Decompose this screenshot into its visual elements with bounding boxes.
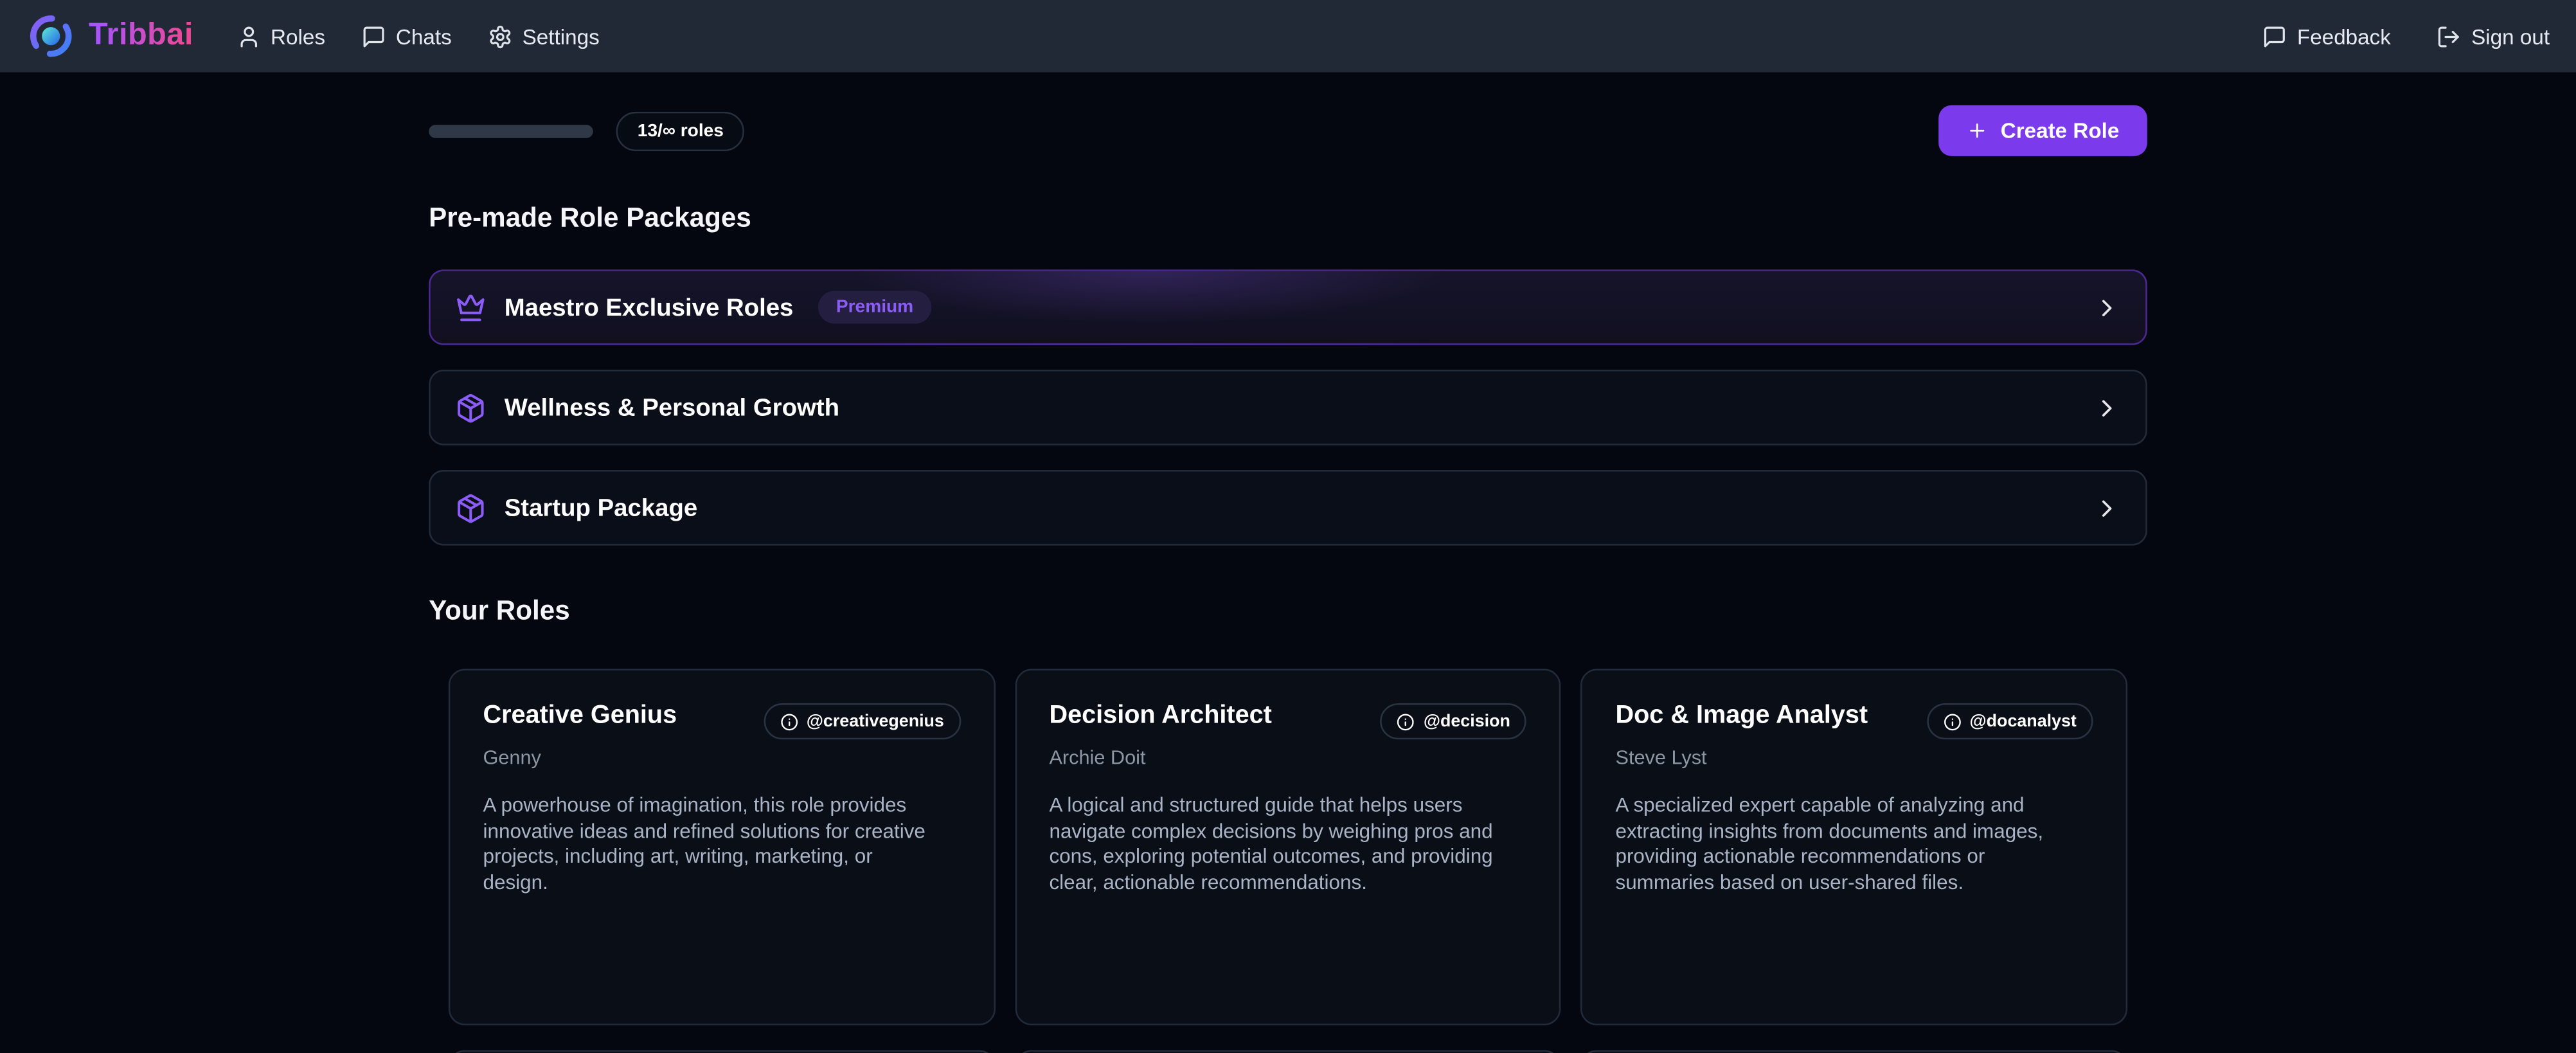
role-description: A powerhouse of imagination, this role p…: [483, 794, 943, 897]
info-icon: [1944, 712, 1962, 730]
role-handle-badge[interactable]: @docanalyst: [1927, 703, 2093, 739]
role-card-title: Creative Genius: [483, 701, 677, 731]
plus-icon: [1966, 120, 1987, 141]
premade-packages-heading: Pre-made Role Packages: [429, 204, 2147, 235]
role-card-doc-image-analyst[interactable]: Doc & Image Analyst @docanalyst Steve Ly…: [1581, 669, 2127, 1025]
crown-icon: [455, 292, 487, 323]
roles-usage-progress-bar: [429, 124, 593, 137]
nav-item-settings[interactable]: Settings: [488, 24, 600, 48]
package-row-startup[interactable]: Startup Package: [429, 470, 2147, 546]
package-icon: [455, 392, 487, 424]
package-row-maestro[interactable]: Maestro Exclusive Roles Premium: [429, 269, 2147, 345]
top-navigation-bar: Tribbai Roles Chats: [0, 0, 2576, 72]
feedback-button[interactable]: Feedback: [2262, 24, 2391, 48]
chevron-right-icon: [2093, 494, 2120, 521]
gear-icon: [488, 24, 512, 48]
create-role-label: Create Role: [2001, 118, 2120, 143]
package-row-wellness[interactable]: Wellness & Personal Growth: [429, 370, 2147, 446]
role-persona: Genny: [483, 746, 960, 769]
user-icon: [236, 24, 260, 48]
role-cards-grid-partial: [429, 1050, 2147, 1053]
chevron-right-icon: [2093, 393, 2120, 421]
role-card-partial[interactable]: [1015, 1050, 1561, 1053]
role-card-title: Decision Architect: [1049, 701, 1271, 731]
chat-icon: [361, 24, 386, 48]
premium-badge: Premium: [818, 291, 932, 323]
role-handle-badge[interactable]: @creativegenius: [764, 703, 960, 739]
signout-button[interactable]: Sign out: [2437, 24, 2550, 48]
main-content: 13/∞ roles Create Role Pre-made Role Pac…: [429, 105, 2147, 1053]
role-card-title: Doc & Image Analyst: [1615, 701, 1868, 731]
package-name: Startup Package: [505, 494, 697, 521]
role-card-partial[interactable]: [1581, 1050, 2127, 1053]
nav-item-chats[interactable]: Chats: [361, 24, 452, 48]
role-card-creative-genius[interactable]: Creative Genius @creativegenius Genny A …: [449, 669, 995, 1025]
primary-nav: Roles Chats Settings: [236, 24, 599, 48]
tribbai-logo-icon: [26, 12, 76, 61]
nav-label-roles: Roles: [271, 24, 325, 48]
role-handle: @decision: [1424, 712, 1510, 732]
role-persona: Steve Lyst: [1615, 746, 2093, 769]
role-cards-grid: Creative Genius @creativegenius Genny A …: [429, 669, 2147, 1025]
package-icon: [455, 492, 487, 524]
roles-toolbar: 13/∞ roles Create Role: [429, 105, 2147, 156]
role-description: A specialized expert capable of analyzin…: [1615, 794, 2075, 897]
app-root: Tribbai Roles Chats: [0, 0, 2576, 1053]
signout-label: Sign out: [2471, 24, 2550, 48]
info-icon: [1397, 712, 1415, 730]
feedback-label: Feedback: [2297, 24, 2391, 48]
nav-label-settings: Settings: [523, 24, 600, 48]
brand-logo[interactable]: Tribbai: [26, 12, 193, 61]
role-card-decision-architect[interactable]: Decision Architect @decision Archie Doit…: [1015, 669, 1561, 1025]
nav-item-roles[interactable]: Roles: [236, 24, 325, 48]
info-icon: [780, 712, 798, 730]
role-card-partial[interactable]: [449, 1050, 995, 1053]
roles-count-badge: 13/∞ roles: [616, 111, 746, 150]
role-handle: @docanalyst: [1969, 712, 2076, 732]
package-name: Maestro Exclusive Roles: [505, 293, 794, 321]
chevron-right-icon: [2093, 293, 2120, 321]
brand-wordmark: Tribbai: [89, 18, 193, 54]
package-list: Maestro Exclusive Roles Premium Wellness…: [429, 269, 2147, 545]
your-roles-heading: Your Roles: [429, 597, 2147, 628]
nav-label-chats: Chats: [396, 24, 452, 48]
role-handle-badge[interactable]: @decision: [1381, 703, 1526, 739]
role-persona: Archie Doit: [1049, 746, 1526, 769]
package-name: Wellness & Personal Growth: [505, 393, 839, 421]
logout-icon: [2437, 24, 2461, 48]
role-description: A logical and structured guide that help…: [1049, 794, 1509, 897]
feedback-bubble-icon: [2262, 24, 2287, 48]
role-handle: @creativegenius: [807, 712, 944, 732]
create-role-button[interactable]: Create Role: [1938, 105, 2147, 156]
